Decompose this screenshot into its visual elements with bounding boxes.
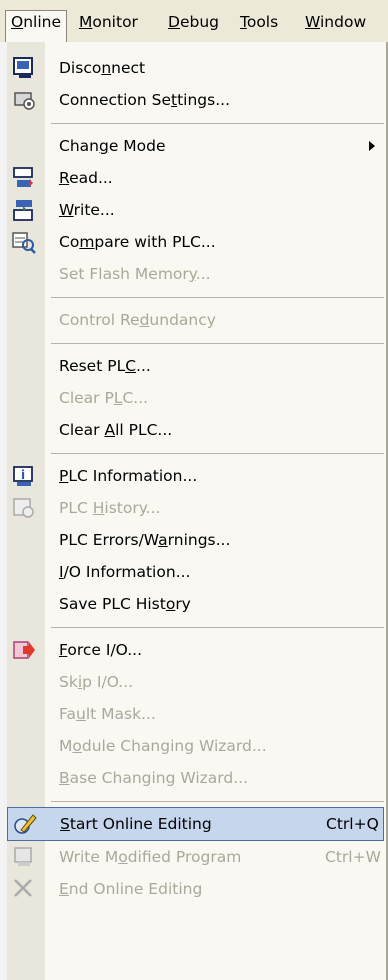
read-icon (13, 167, 33, 187)
menu-item-module-changing-wizard[interactable]: Module Changing Wizard... (7, 730, 384, 762)
menu-item-base-changing-wizard[interactable]: Base Changing Wizard... (7, 762, 384, 794)
end-online-editing-icon (14, 879, 32, 897)
menu-monitor[interactable]: Monitor (74, 11, 143, 35)
start-online-editing-icon (14, 814, 37, 834)
menu-item-connection-settings[interactable]: Connection Settings... (7, 84, 384, 116)
menu-item-write[interactable]: Write... (7, 194, 384, 226)
menu-item-force-io[interactable]: Force I/O... (7, 634, 384, 666)
separator (51, 343, 384, 344)
write-modified-program-icon (14, 847, 32, 866)
force-io-icon (13, 641, 35, 659)
menu-item-read[interactable]: Read... (7, 162, 384, 194)
menu-online[interactable]: Online (5, 10, 67, 42)
separator (51, 297, 384, 298)
online-dropdown-menu: Disconnect Connection Settings... Change… (7, 42, 388, 980)
menu-item-plc-history[interactable]: PLC History... (7, 492, 384, 524)
menu-item-save-plc-history[interactable]: Save PLC History (7, 588, 384, 620)
connection-settings-icon (14, 92, 35, 110)
menu-item-change-mode[interactable]: Change Mode (7, 130, 384, 162)
menu-window[interactable]: Window (300, 11, 371, 35)
menu-item-control-redundancy[interactable]: Control Redundancy (7, 304, 384, 336)
menu-item-plc-errors-warnings[interactable]: PLC Errors/Warnings... (7, 524, 384, 556)
disconnect-icon (13, 57, 33, 78)
menu-item-clear-plc[interactable]: Clear PLC... (7, 382, 384, 414)
menu-item-skip-io[interactable]: Skip I/O... (7, 666, 384, 698)
svg-text:i: i (21, 468, 25, 482)
menu-item-set-flash-memory[interactable]: Set Flash Memory... (7, 258, 384, 290)
menu-debug[interactable]: Debug (163, 11, 224, 35)
menu-tools[interactable]: Tools (235, 11, 283, 35)
menu-bar: Online Monitor Debug Tools Window (0, 0, 388, 43)
plc-information-icon: i (13, 466, 33, 486)
menu-item-reset-plc[interactable]: Reset PLC... (7, 350, 384, 382)
compare-icon (12, 232, 36, 254)
menu-item-clear-all-plc[interactable]: Clear All PLC... (7, 414, 384, 446)
menu-item-write-modified-program[interactable]: Write Modified Program Ctrl+W (7, 841, 384, 873)
menu-item-compare-with-plc[interactable]: Compare with PLC... (7, 226, 384, 258)
plc-history-icon (13, 498, 34, 518)
separator (51, 453, 384, 454)
separator (51, 801, 384, 802)
write-icon (13, 200, 33, 221)
submenu-arrow-icon (369, 141, 375, 151)
menu-item-fault-mask[interactable]: Fault Mask... (7, 698, 384, 730)
menu-item-end-online-editing[interactable]: End Online Editing (7, 873, 384, 905)
menu-item-io-information[interactable]: I/O Information... (7, 556, 384, 588)
separator (51, 627, 384, 628)
menu-item-start-online-editing[interactable]: Start Online Editing Ctrl+Q (7, 807, 384, 841)
menu-item-plc-information[interactable]: i PLC Information... (7, 460, 384, 492)
menu-item-disconnect[interactable]: Disconnect (7, 52, 384, 84)
separator (51, 123, 384, 124)
